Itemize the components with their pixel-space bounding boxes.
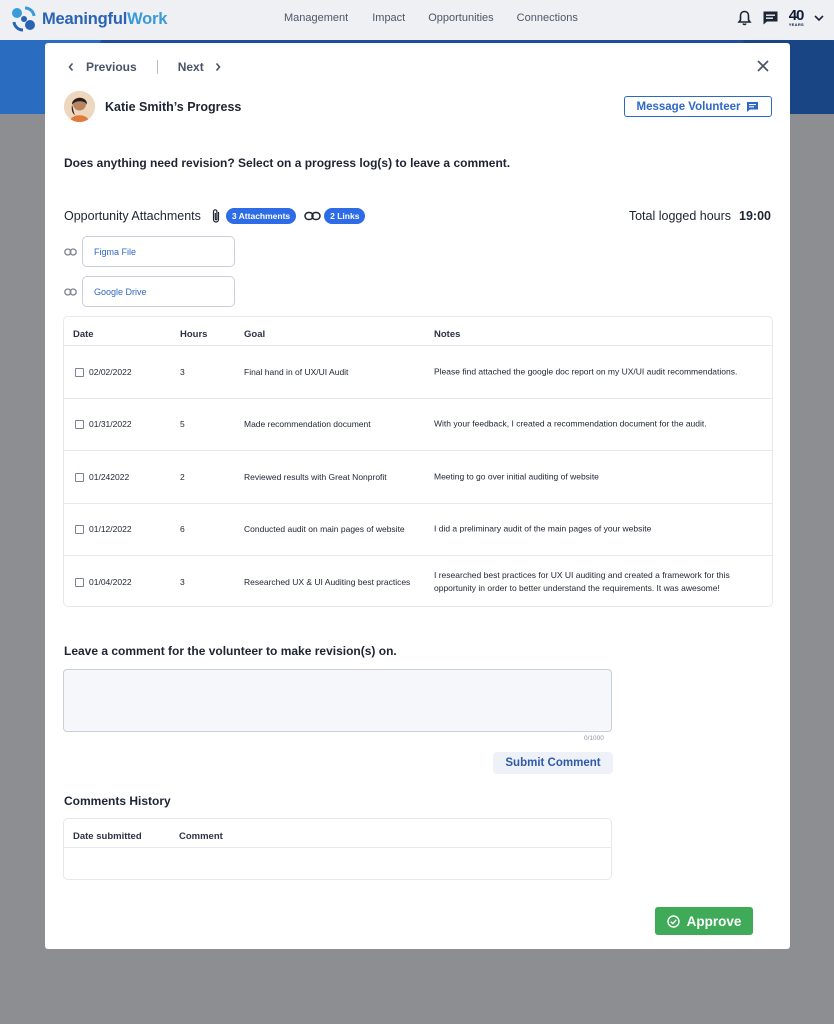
cell-goal: Made recommendation document xyxy=(244,419,371,429)
col-date-submitted: Date submitted xyxy=(73,831,142,842)
next-button[interactable]: Next xyxy=(178,60,222,74)
anniversary-badge: 40 YEARS xyxy=(788,7,805,27)
check-circle-icon xyxy=(666,914,680,928)
approve-label: Approve xyxy=(686,913,742,929)
previous-button[interactable]: Previous xyxy=(67,60,137,74)
col-comment: Comment xyxy=(179,831,223,842)
bell-icon[interactable] xyxy=(737,10,752,26)
link-figma-file[interactable]: Figma File xyxy=(82,236,235,267)
cell-date: 01/31/2022 xyxy=(89,419,132,430)
link-row-google-drive: Google Drive xyxy=(64,276,235,307)
total-hours-label: Total logged hours xyxy=(628,209,732,223)
volunteer-header: Katie Smith’s Progress xyxy=(64,91,241,122)
close-icon[interactable] xyxy=(756,59,770,73)
attachments-row: Opportunity Attachments 3 Attachments 2 … xyxy=(64,208,366,224)
cell-notes: Meeting to go over initial auditing of w… xyxy=(434,471,599,482)
message-icon[interactable] xyxy=(762,10,779,26)
cell-notes: Please find attached the google doc repo… xyxy=(434,366,738,377)
submit-comment-button[interactable]: Submit Comment xyxy=(493,752,613,774)
cell-hours: 6 xyxy=(180,524,185,535)
cell-date: 01/04/2022 xyxy=(89,577,132,588)
history-table-header: Date submitted Comment xyxy=(64,819,611,848)
table-row[interactable]: 01/12/2022 6 Conducted audit on main pag… xyxy=(64,504,772,556)
cell-hours: 2 xyxy=(180,471,185,482)
next-label: Next xyxy=(177,60,204,74)
table-row[interactable]: 02/02/2022 3 Final hand in of UX/UI Audi… xyxy=(64,346,772,399)
cell-notes: I researched best practices for UX UI au… xyxy=(434,570,730,594)
cell-goal: Reviewed results with Great Nonprofit xyxy=(244,471,387,482)
top-icons: 40 YEARS xyxy=(737,7,824,27)
comments-history-table: Date submitted Comment xyxy=(63,818,612,880)
cell-notes: With your feedback, I created a recommen… xyxy=(434,418,707,429)
table-row[interactable]: 01/242022 2 Reviewed results with Great … xyxy=(64,451,772,504)
total-hours: Total logged hours 19:00 xyxy=(629,209,771,223)
comment-label: Leave a comment for the volunteer to mak… xyxy=(64,644,397,658)
col-hours: Hours xyxy=(180,329,208,340)
message-volunteer-label: Message Volunteer xyxy=(636,100,741,113)
row-checkbox[interactable] xyxy=(75,472,84,482)
pager-divider xyxy=(156,60,158,74)
col-date: Date xyxy=(73,329,94,340)
cell-hours: 5 xyxy=(180,419,185,430)
person-title: Katie Smith’s Progress xyxy=(105,99,242,114)
total-hours-value: 19:00 xyxy=(739,209,771,223)
row-checkbox[interactable] xyxy=(75,578,84,588)
chevron-down-icon[interactable] xyxy=(814,14,824,22)
approve-button[interactable]: Approve xyxy=(655,907,753,935)
links-pill[interactable]: 2 Links xyxy=(324,208,366,224)
nav-item-management[interactable]: Management xyxy=(284,12,348,24)
cell-date: 01/12/2022 xyxy=(89,524,132,535)
main-nav: Management Impact Opportunities Connecti… xyxy=(284,12,578,24)
link-icon xyxy=(64,247,77,256)
character-counter: 0/1000 xyxy=(584,735,604,742)
cell-goal: Researched UX & UI Auditing best practic… xyxy=(244,577,411,587)
table-row[interactable]: 01/31/2022 5 Made recommendation documen… xyxy=(64,399,772,451)
nav-item-opportunities[interactable]: Opportunities xyxy=(428,12,493,24)
pager: Previous Next xyxy=(67,60,222,74)
message-volunteer-button[interactable]: Message Volunteer xyxy=(624,96,772,117)
cell-date: 01/242022 xyxy=(89,471,130,482)
logo-icon xyxy=(12,6,36,32)
row-checkbox[interactable] xyxy=(75,367,84,377)
nav-item-impact[interactable]: Impact xyxy=(372,12,405,24)
row-checkbox[interactable] xyxy=(75,525,84,535)
col-goal: Goal xyxy=(244,329,266,340)
cell-goal: Final hand in of UX/UI Audit xyxy=(244,366,349,377)
comments-history-title: Comments History xyxy=(64,794,171,808)
cell-date: 02/02/2022 xyxy=(89,366,132,377)
progress-modal: Previous Next Katie Smith’s Progress Mes… xyxy=(45,43,790,949)
link-google-drive[interactable]: Google Drive xyxy=(82,276,235,307)
link-icon xyxy=(64,287,77,296)
attachments-title: Opportunity Attachments xyxy=(64,209,201,223)
nav-item-connections[interactable]: Connections xyxy=(517,12,578,24)
chevron-right-icon xyxy=(215,62,221,72)
row-checkbox[interactable] xyxy=(75,420,84,430)
avatar xyxy=(64,91,95,122)
top-navigation-bar: MeaningfulWork Management Impact Opportu… xyxy=(0,0,834,40)
chevron-left-icon xyxy=(68,62,74,72)
paperclip-icon xyxy=(212,209,219,223)
link-row-figma: Figma File xyxy=(64,236,235,267)
progress-log-table: Date Hours Goal Notes 02/02/2022 3 Final… xyxy=(63,316,773,607)
comment-input[interactable] xyxy=(63,669,612,732)
table-row[interactable]: 01/04/2022 3 Researched UX & UI Auditing… xyxy=(64,556,772,609)
link-icon xyxy=(304,211,321,221)
cell-hours: 3 xyxy=(180,366,185,377)
attachments-pill[interactable]: 3 Attachments xyxy=(225,208,297,224)
cell-goal: Conducted audit on main pages of website xyxy=(244,524,405,534)
logo-text: MeaningfulWork xyxy=(42,9,168,28)
revision-question: Does anything need revision? Select on a… xyxy=(64,156,511,170)
app-logo[interactable]: MeaningfulWork xyxy=(10,6,167,32)
previous-label: Previous xyxy=(86,60,137,74)
table-header: Date Hours Goal Notes xyxy=(64,317,772,346)
col-notes: Notes xyxy=(434,329,461,340)
cell-notes: I did a preliminary audit of the main pa… xyxy=(434,523,652,534)
chat-icon xyxy=(747,101,759,112)
cell-hours: 3 xyxy=(180,577,185,588)
